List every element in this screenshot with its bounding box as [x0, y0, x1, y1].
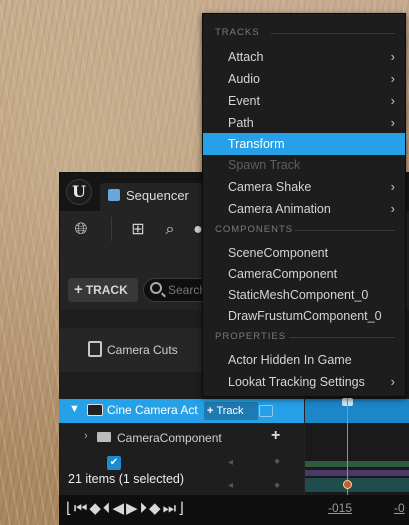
- camera-component-icon: [97, 432, 111, 442]
- menu-item-label: Spawn Track: [228, 158, 301, 172]
- cine-camera-label: Cine Camera Act: [107, 403, 198, 417]
- ruler-label-2: -0: [394, 501, 405, 515]
- range-end-icon[interactable]: ⌋: [178, 500, 186, 517]
- section-properties: PROPERTIES: [215, 330, 395, 344]
- cine-camera-icon: [87, 404, 103, 416]
- menu-item-label: Path: [228, 116, 254, 130]
- jump-to-start-icon[interactable]: ⏮: [74, 500, 90, 517]
- menu-item-label: Lookat Tracking Settings: [228, 375, 365, 389]
- menu-item-label: Actor Hidden In Game: [228, 353, 352, 367]
- menu-item-spawn-track: Spawn Track: [203, 154, 405, 176]
- menu-item-label: CameraComponent: [228, 267, 338, 281]
- section-properties-label: PROPERTIES: [215, 331, 287, 342]
- add-key-icon[interactable]: ●: [274, 456, 280, 467]
- jump-to-end-icon[interactable]: ⏭: [163, 500, 179, 517]
- menu-item-scene-component[interactable]: SceneComponent: [203, 242, 405, 264]
- add-component-plus-icon[interactable]: +: [271, 427, 280, 445]
- section-components: COMPONENTS: [215, 223, 395, 237]
- prev-key-icon-2[interactable]: ◂: [228, 480, 233, 491]
- collapse-chevron-icon[interactable]: ›: [84, 430, 88, 442]
- menu-item-label: DrawFrustumComponent_0: [228, 309, 382, 323]
- menu-item-label: Transform: [228, 137, 285, 151]
- unreal-logo-icon[interactable]: U: [66, 179, 92, 205]
- item-count-status: 21 items (1 selected): [68, 472, 185, 486]
- search-icon: [150, 282, 162, 294]
- cine-extra-button[interactable]: [259, 405, 273, 417]
- cine-add-track-label: Track: [216, 405, 244, 417]
- section-tracks-label: TRACKS: [215, 27, 260, 38]
- search-icon[interactable]: ⌕: [161, 221, 179, 239]
- menu-item-label: Camera Shake: [228, 180, 312, 194]
- chevron-right-icon: ›: [390, 179, 395, 194]
- chevron-right-icon: ›: [390, 71, 395, 86]
- plus-icon: +: [74, 281, 83, 298]
- add-track-button[interactable]: + TRACK: [68, 278, 138, 302]
- toolbar-divider: [111, 217, 112, 241]
- menu-item-event[interactable]: Event ›: [203, 90, 405, 112]
- section-divider: [271, 33, 395, 34]
- tab-sequencer[interactable]: Sequencer: [100, 183, 210, 211]
- menu-item-label: StaticMeshComponent_0: [228, 288, 369, 302]
- teal-track-bar: [305, 478, 409, 492]
- play-icon[interactable]: ▶: [126, 500, 140, 517]
- add-track-label: TRACK: [85, 283, 128, 297]
- chevron-right-icon: ›: [390, 201, 395, 216]
- menu-item-camera-animation[interactable]: Camera Animation ›: [203, 198, 405, 220]
- world-icon[interactable]: 🌐︎: [72, 221, 90, 239]
- chevron-right-icon: ›: [390, 115, 395, 130]
- next-key-button-icon[interactable]: ◆: [149, 500, 163, 517]
- section-components-label: COMPONENTS: [215, 224, 294, 235]
- menu-item-camera-shake[interactable]: Camera Shake ›: [203, 176, 405, 198]
- menu-item-label: Audio: [228, 72, 260, 86]
- ruler-label-1: -015: [328, 501, 353, 515]
- menu-item-transform[interactable]: Transform: [203, 133, 405, 155]
- cine-add-track-button[interactable]: + Track: [204, 402, 258, 420]
- step-forward-icon[interactable]: ⏵: [140, 500, 150, 517]
- menu-item-draw-frustum-component[interactable]: DrawFrustumComponent_0: [203, 305, 405, 327]
- menu-item-static-mesh-component[interactable]: StaticMeshComponent_0: [203, 284, 405, 306]
- prev-key-icon[interactable]: ◂: [228, 457, 233, 468]
- menu-item-path[interactable]: Path ›: [203, 112, 405, 134]
- section-divider: [289, 337, 395, 338]
- step-back-icon[interactable]: ⏴: [103, 500, 113, 517]
- menu-item-label: SceneComponent: [228, 246, 329, 260]
- sequencer-tab-icon: [108, 189, 120, 201]
- menu-item-label: Attach: [228, 50, 264, 64]
- add-key-icon-2[interactable]: ●: [274, 480, 280, 491]
- expand-chevron-icon[interactable]: ▼: [69, 403, 80, 415]
- keyframe-marker[interactable]: [343, 480, 352, 489]
- menu-item-audio[interactable]: Audio ›: [203, 68, 405, 90]
- green-track-bar: [305, 461, 409, 467]
- menu-item-label: Event: [228, 94, 260, 108]
- transport-controls: ⌊⏮◆⏴◀▶⏵◆⏭⌋: [66, 499, 186, 517]
- section-tracks: TRACKS: [215, 26, 395, 40]
- menu-item-actor-hidden-in-game[interactable]: Actor Hidden In Game: [203, 349, 405, 371]
- menu-item-attach[interactable]: Attach ›: [203, 46, 405, 68]
- search-placeholder: Search: [168, 283, 207, 297]
- play-reverse-icon[interactable]: ◀: [112, 500, 126, 517]
- chevron-right-icon: ›: [390, 374, 395, 389]
- tab-sequencer-label: Sequencer: [126, 188, 189, 203]
- plus-icon: +: [207, 405, 214, 417]
- range-start-icon[interactable]: ⌊: [66, 500, 74, 517]
- camera-component-label: CameraComponent: [117, 431, 222, 445]
- add-keyframe-icon[interactable]: ⊞: [129, 221, 147, 239]
- cine-camera-timeline[interactable]: [305, 399, 409, 423]
- chevron-right-icon: ›: [390, 49, 395, 64]
- camera-cuts-icon: [88, 341, 102, 357]
- menu-item-lookat-tracking-settings[interactable]: Lookat Tracking Settings ›: [203, 371, 405, 393]
- menu-item-camera-component[interactable]: CameraComponent: [203, 263, 405, 285]
- purple-track-bar: [305, 470, 409, 476]
- add-track-context-menu: TRACKS Attach › Audio › Event › Path › T…: [202, 13, 406, 397]
- section-divider: [295, 230, 395, 231]
- chevron-right-icon: ›: [390, 93, 395, 108]
- visibility-checkbox[interactable]: ✔: [107, 456, 121, 470]
- prev-key-button-icon[interactable]: ◆: [89, 500, 103, 517]
- menu-item-label: Camera Animation: [228, 202, 331, 216]
- camera-cuts-label: Camera Cuts: [107, 343, 178, 357]
